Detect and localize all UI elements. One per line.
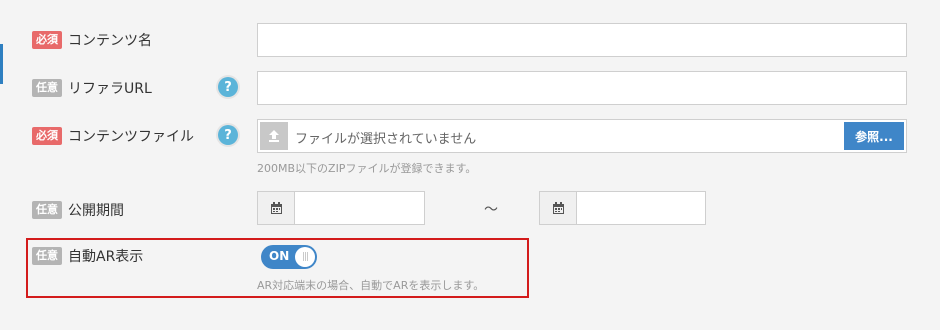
optional-badge: 任意 [32, 201, 62, 219]
calendar-icon[interactable] [539, 191, 577, 225]
left-accent-bar [0, 44, 3, 84]
auto-ar-hint: AR対応端末の場合、自動でARを表示します。 [257, 279, 485, 292]
end-date-group [539, 191, 706, 225]
content-file-label: コンテンツファイル [68, 129, 194, 145]
auto-ar-toggle[interactable]: ON ||| [261, 245, 317, 269]
file-picker[interactable]: ファイルが選択されていません 参照... [257, 119, 907, 153]
browse-button[interactable]: 参照... [844, 122, 904, 150]
start-date-group [257, 191, 425, 225]
auto-ar-label: 自動AR表示 [68, 249, 144, 265]
help-icon[interactable]: ? [218, 77, 238, 97]
field-row-publish-period: 任意 公開期間 [32, 200, 124, 220]
upload-icon [260, 122, 288, 150]
content-name-input[interactable] [257, 23, 907, 57]
referrer-url-input[interactable] [257, 71, 907, 105]
field-row-referrer-url: 任意 リファラURL [32, 78, 152, 98]
toggle-knob: ||| [295, 247, 315, 267]
toggle-state-label: ON [269, 249, 290, 263]
calendar-icon[interactable] [257, 191, 295, 225]
referrer-url-label: リファラURL [68, 81, 152, 97]
period-separator: 〜 [484, 202, 498, 218]
file-placeholder-text: ファイルが選択されていません [295, 132, 477, 147]
help-icon[interactable]: ? [218, 125, 238, 145]
optional-badge: 任意 [32, 79, 62, 97]
field-row-content-name: 必須 コンテンツ名 [32, 30, 152, 50]
end-date-input[interactable] [577, 191, 706, 225]
required-badge: 必須 [32, 31, 62, 49]
publish-period-label: 公開期間 [68, 203, 124, 219]
content-name-label: コンテンツ名 [68, 33, 152, 49]
field-row-content-file: 必須 コンテンツファイル [32, 126, 194, 146]
required-badge: 必須 [32, 127, 62, 145]
field-row-auto-ar: 任意 自動AR表示 [32, 246, 143, 266]
file-hint: 200MB以下のZIPファイルが登録できます。 [257, 162, 477, 175]
optional-badge: 任意 [32, 247, 62, 265]
start-date-input[interactable] [295, 191, 425, 225]
